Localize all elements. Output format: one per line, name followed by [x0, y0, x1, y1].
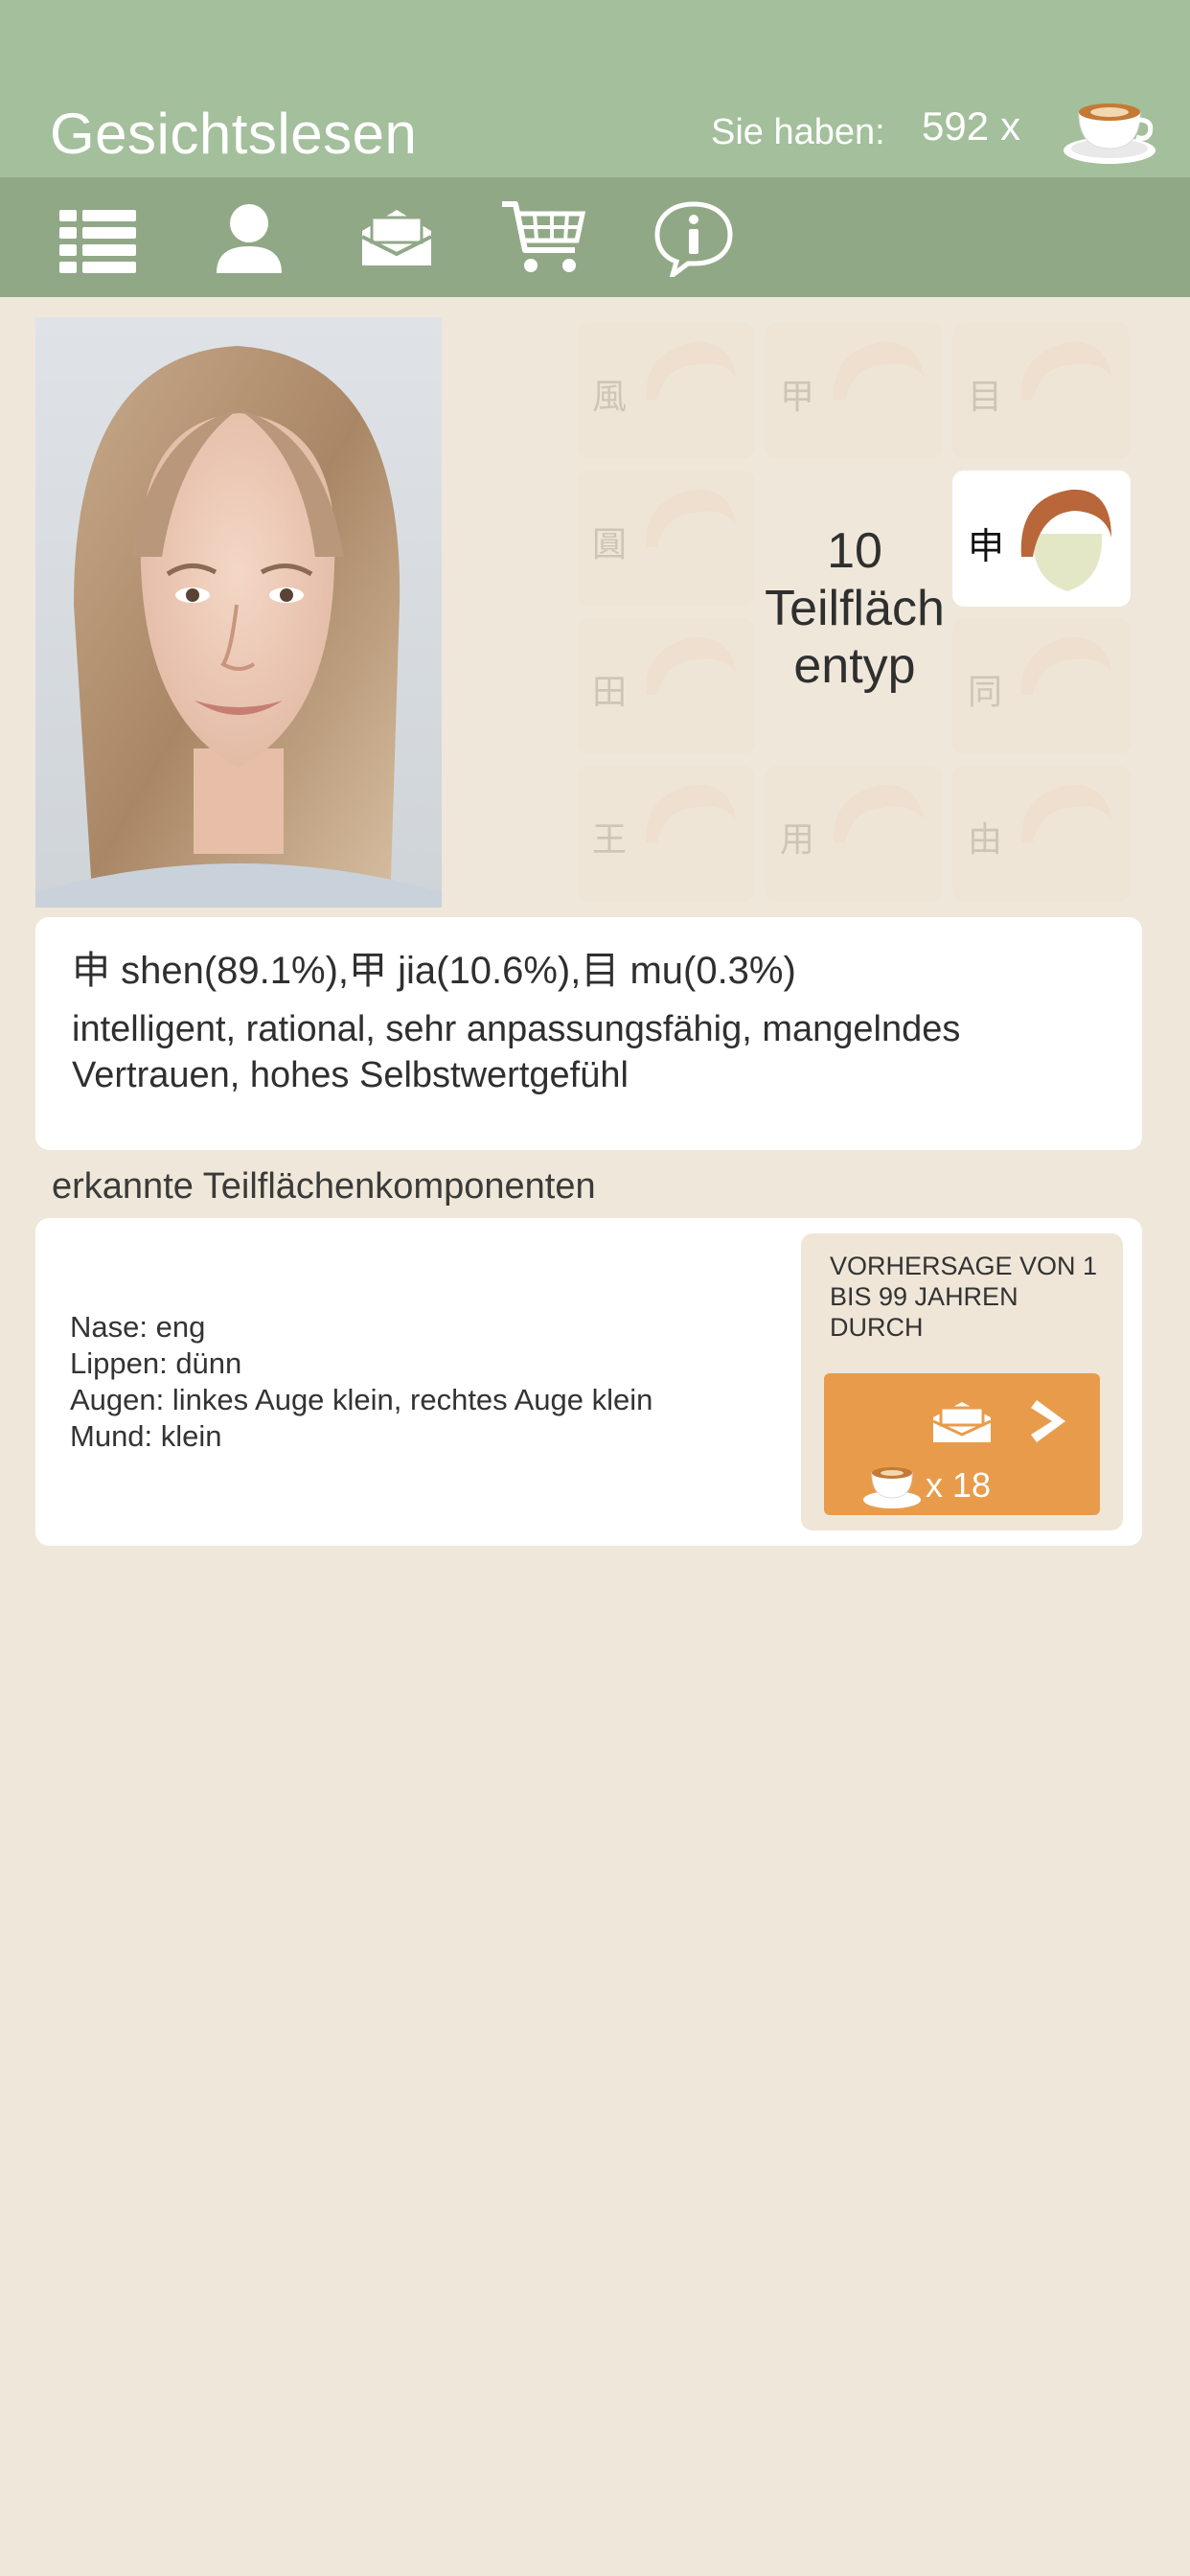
- face-type-char: 田: [592, 673, 628, 712]
- profile-icon[interactable]: [209, 198, 295, 277]
- coin-count: 592 x: [922, 104, 1020, 150]
- face-type-tile[interactable]: 由: [952, 766, 1131, 902]
- face-type-tile[interactable]: 風: [577, 323, 755, 459]
- hair-icon: [833, 784, 924, 842]
- face-photo: [35, 317, 442, 908]
- face-type-tile[interactable]: 用: [765, 766, 943, 902]
- hair-icon: [833, 341, 924, 400]
- prediction-text: VORHERSAGE VON 1 BIS 99 JAHREN DURCH: [830, 1252, 1098, 1342]
- hair-icon: [1020, 784, 1111, 842]
- face-type-tile[interactable]: 田: [577, 618, 755, 754]
- face-shape-icon: [1020, 489, 1111, 591]
- face-type-char: 由: [968, 820, 1003, 860]
- face-type-tile[interactable]: 同: [952, 618, 1131, 754]
- face-type-char: 風: [592, 378, 628, 417]
- coin-multiplier: x: [1000, 104, 1021, 149]
- components-list: Nase: eng Lippen: dünn Augen: linkes Aug…: [70, 1309, 652, 1455]
- hair-icon: [645, 636, 736, 695]
- coin-label: Sie haben:: [711, 112, 885, 152]
- hair-icon: [1020, 341, 1111, 400]
- list-item: Mund: klein: [70, 1419, 222, 1453]
- app-header: Gesichtslesen Sie haben: 592 x: [0, 0, 1190, 177]
- chevron-right-icon: [1031, 1396, 1073, 1451]
- info-icon[interactable]: [652, 198, 738, 282]
- face-type-char: 王: [592, 820, 628, 860]
- face-type-count-label: 10 Teilfläch entyp: [765, 523, 945, 694]
- probabilities-text: 申 shen(89.1%),甲 jia(10.6%),目 mu(0.3%): [72, 950, 796, 992]
- section-title: erkannte Teilflächenkomponenten: [52, 1166, 596, 1207]
- face-type-tile-selected[interactable]: 申: [952, 471, 1131, 607]
- hair-icon: [645, 489, 736, 547]
- mail-icon: [931, 1398, 993, 1449]
- face-type-char: 用: [780, 820, 815, 860]
- list-item: Lippen: dünn: [70, 1346, 242, 1380]
- face-type-char: 圓: [592, 525, 628, 564]
- toolbar: [0, 177, 1190, 297]
- list-item: Nase: eng: [70, 1310, 206, 1344]
- face-type-tile[interactable]: 甲: [765, 323, 943, 459]
- hair-icon: [645, 784, 736, 842]
- hair-icon: [1020, 636, 1111, 695]
- cart-icon[interactable]: [500, 198, 586, 277]
- mail-icon[interactable]: [355, 198, 441, 277]
- coffee-cup-icon: [862, 1460, 922, 1514]
- face-type-tile[interactable]: 圓: [577, 471, 755, 607]
- prediction-cost: x 18: [926, 1465, 992, 1505]
- face-type-char: 目: [968, 378, 1003, 417]
- list-item: Augen: linkes Auge klein, rechtes Auge k…: [70, 1383, 653, 1416]
- app-title: Gesichtslesen: [50, 102, 418, 166]
- traits-text: intelligent, rational, sehr anpassungsfä…: [72, 1009, 961, 1095]
- prediction-button[interactable]: x 18: [824, 1373, 1100, 1515]
- face-type-tile[interactable]: 王: [577, 766, 755, 902]
- hair-icon: [645, 341, 736, 400]
- face-type-char: 甲: [780, 378, 815, 417]
- face-type-char: 申: [968, 525, 1005, 567]
- coin-count-value: 592: [922, 104, 990, 149]
- face-type-char: 同: [968, 673, 1003, 712]
- prediction-box: VORHERSAGE VON 1 BIS 99 JAHREN DURCH x 1…: [801, 1233, 1123, 1530]
- face-type-tile[interactable]: 目: [952, 323, 1131, 459]
- coffee-cup-icon[interactable]: [1062, 91, 1157, 168]
- list-icon[interactable]: [57, 198, 144, 277]
